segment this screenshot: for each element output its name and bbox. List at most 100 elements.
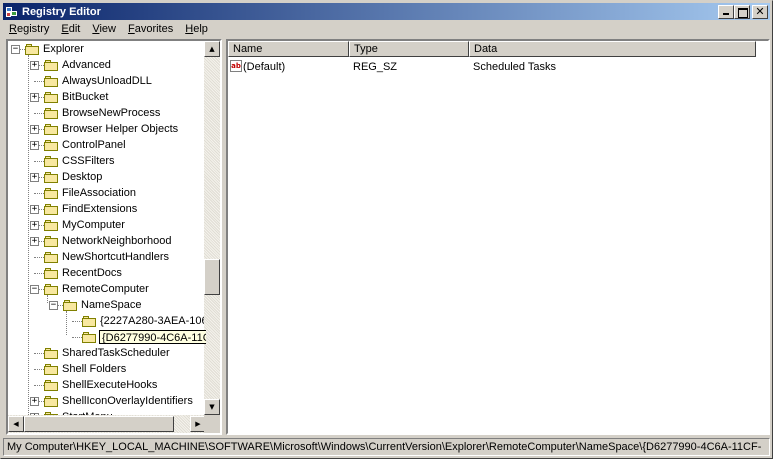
tree-item[interactable]: + BitBucket: [8, 89, 206, 105]
horizontal-scroll-thumb[interactable]: [24, 416, 174, 432]
tree-item[interactable]: − NameSpace: [8, 297, 206, 313]
tree-item-label: ShellExecuteHooks: [62, 379, 158, 391]
tree-item[interactable]: BrowseNewProcess: [8, 105, 206, 121]
close-icon: ✕: [755, 4, 765, 18]
tree-item[interactable]: + Browser Helper Objects: [8, 121, 206, 137]
folder-icon: [44, 220, 58, 231]
menu-bar: Registry Edit View Favorites Help: [3, 20, 770, 37]
tree-item-label: ControlPanel: [62, 139, 126, 151]
tree-item[interactable]: NewShortcutHandlers: [8, 249, 206, 265]
maximize-button[interactable]: [734, 4, 750, 19]
tree-item-label: NetworkNeighborhood: [62, 235, 172, 247]
tree-item-label: FindExtensions: [62, 203, 138, 215]
folder-icon: [44, 268, 58, 279]
folder-icon: [44, 364, 58, 375]
folder-icon: [44, 76, 58, 87]
tree-item-label: Advanced: [62, 59, 111, 71]
tree-item-label: Browser Helper Objects: [62, 123, 179, 135]
folder-icon: [44, 124, 58, 135]
column-header-name[interactable]: Name: [228, 41, 349, 57]
tree-item[interactable]: {2227A280-3AEA-1069-A2DE-08002B30309D}: [8, 313, 206, 329]
folder-icon: [44, 284, 58, 295]
expand-icon[interactable]: +: [30, 141, 39, 150]
menu-view[interactable]: View: [86, 23, 122, 35]
scroll-down-button[interactable]: ▼: [204, 399, 220, 415]
tree-item-label: MyComputer: [62, 219, 125, 231]
expand-icon[interactable]: +: [30, 61, 39, 70]
expand-icon[interactable]: +: [30, 397, 39, 406]
collapse-icon[interactable]: −: [30, 285, 39, 294]
tree-horizontal-scrollbar[interactable]: ◀ ▶: [8, 415, 206, 433]
string-value-icon: ab: [230, 60, 242, 72]
status-path: My Computer\HKEY_LOCAL_MACHINE\SOFTWARE\…: [7, 441, 762, 453]
tree-item[interactable]: + ShellIconOverlayIdentifiers: [8, 393, 206, 409]
tree-item[interactable]: ShellExecuteHooks: [8, 377, 206, 393]
tree-item-label: ShellIconOverlayIdentifiers: [62, 395, 193, 407]
tree-item[interactable]: SharedTaskScheduler: [8, 345, 206, 361]
tree-item[interactable]: FileAssociation: [8, 185, 206, 201]
registry-editor-app-icon[interactable]: [5, 5, 19, 19]
folder-icon: [44, 156, 58, 167]
scroll-thumb[interactable]: [204, 259, 220, 295]
folder-icon: [44, 92, 58, 103]
menu-help[interactable]: Help: [179, 23, 214, 35]
folder-icon: [44, 236, 58, 247]
column-header-data[interactable]: Data: [469, 41, 756, 57]
folder-icon: [44, 188, 58, 199]
list-item[interactable]: ab (Default) REG_SZ Scheduled Tasks: [228, 59, 768, 75]
tree-item[interactable]: Shell Folders: [8, 361, 206, 377]
collapse-icon[interactable]: −: [11, 45, 20, 54]
menu-edit[interactable]: Edit: [55, 23, 86, 35]
tree-item[interactable]: + Advanced: [8, 57, 206, 73]
folder-icon: [82, 316, 96, 327]
registry-tree-panel[interactable]: − Explorer + Advanced AlwaysUnloadDLL + BitBuc…: [6, 39, 222, 435]
tree-item-label: Shell Folders: [62, 363, 127, 375]
menu-favorites[interactable]: Favorites: [122, 23, 179, 35]
tree-item[interactable]: − RemoteComputer: [8, 281, 206, 297]
registry-tree[interactable]: − Explorer + Advanced AlwaysUnloadDLL + BitBuc…: [8, 41, 206, 415]
tree-item[interactable]: {D6277990-4C6A-11CF-8D87-00AA0060F5BF}: [8, 329, 206, 345]
tree-item-label: NameSpace: [81, 299, 142, 311]
status-bar: My Computer\HKEY_LOCAL_MACHINE\SOFTWARE\…: [3, 438, 770, 456]
tree-item[interactable]: AlwaysUnloadDLL: [8, 73, 206, 89]
expand-icon[interactable]: +: [30, 205, 39, 214]
tree-item-label: RecentDocs: [62, 267, 122, 279]
folder-icon: [44, 348, 58, 359]
expand-icon[interactable]: +: [30, 125, 39, 134]
scroll-left-button[interactable]: ◀: [8, 416, 24, 432]
tree-item[interactable]: CSSFilters: [8, 153, 206, 169]
close-button[interactable]: ✕: [752, 4, 768, 19]
tree-item[interactable]: RecentDocs: [8, 265, 206, 281]
tree-item[interactable]: + Desktop: [8, 169, 206, 185]
values-list-panel[interactable]: Name Type Data ab (Default) REG_SZ Sched…: [226, 39, 770, 435]
folder-icon: [44, 60, 58, 71]
expand-icon[interactable]: +: [30, 173, 39, 182]
tree-item[interactable]: − Explorer: [8, 41, 206, 57]
expand-icon[interactable]: +: [30, 237, 39, 246]
window-title: Registry Editor: [22, 5, 101, 18]
tree-item[interactable]: + ControlPanel: [8, 137, 206, 153]
scroll-up-button[interactable]: ▲: [204, 41, 220, 57]
folder-icon: [44, 172, 58, 183]
scrollbar-corner: [204, 415, 220, 433]
tree-vertical-scrollbar[interactable]: ▲ ▼: [204, 41, 220, 415]
collapse-icon[interactable]: −: [49, 301, 58, 310]
folder-icon: [44, 140, 58, 151]
tree-item[interactable]: + FindExtensions: [8, 201, 206, 217]
folder-icon: [44, 396, 58, 407]
expand-icon[interactable]: +: [30, 93, 39, 102]
tree-item[interactable]: + NetworkNeighborhood: [8, 233, 206, 249]
expand-icon[interactable]: +: [30, 221, 39, 230]
tree-item-label: CSSFilters: [62, 155, 115, 167]
minimize-button[interactable]: [718, 4, 734, 19]
menu-registry[interactable]: Registry: [3, 23, 55, 35]
tree-item-label: {D6277990-4C6A-11CF-8D87-00AA0060F5BF}: [99, 330, 206, 344]
tree-item-label: FileAssociation: [62, 187, 136, 199]
column-header-type[interactable]: Type: [349, 41, 469, 57]
title-bar[interactable]: Registry Editor ✕: [3, 3, 770, 20]
value-type: REG_SZ: [353, 61, 398, 73]
tree-item[interactable]: + MyComputer: [8, 217, 206, 233]
folder-icon: [82, 332, 96, 343]
folder-icon: [25, 44, 39, 55]
tree-item-label: AlwaysUnloadDLL: [62, 75, 152, 87]
